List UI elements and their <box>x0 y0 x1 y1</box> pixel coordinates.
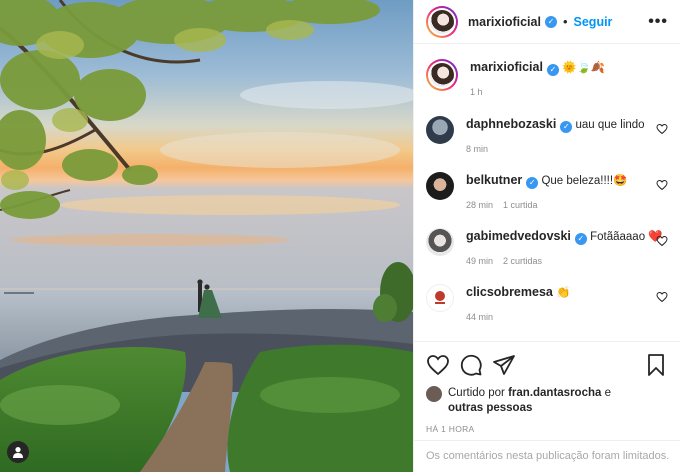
comment-item: belkutner ✓ Que beleza!!!!🤩 28 min 1 curti… <box>426 165 668 221</box>
like-heart-icon[interactable] <box>426 353 450 377</box>
comment-time[interactable]: 8 min <box>466 144 488 154</box>
comment-text: Que beleza!!!!🤩 <box>541 175 628 187</box>
post-caption: marixioficial ✓ 🌞🍃🍂 1 h <box>426 45 668 109</box>
liked-by-summary: Curtido por fran.dantasrocha e outras pe… <box>414 380 680 416</box>
comment-likes[interactable]: 1 curtida <box>503 200 538 210</box>
commenter-avatar[interactable] <box>426 116 454 144</box>
person-icon <box>13 447 23 458</box>
action-icons <box>414 342 680 380</box>
comment-item: gabimedvedovski ✓ Fotããaaao ❤️ 49 min 2 cu… <box>426 221 668 277</box>
instagram-post: marixioficial ✓ • Seguir ••• marixiofici… <box>0 0 680 472</box>
comment-time[interactable]: 28 min <box>466 200 493 210</box>
more-horizontal-icon[interactable]: ••• <box>648 13 668 31</box>
post-actions: Curtido por fran.dantasrocha e outras pe… <box>414 341 680 472</box>
verified-badge-icon: ✓ <box>526 177 539 189</box>
comment-meta: 8 min <box>466 141 668 157</box>
like-comment-heart-icon[interactable] <box>656 235 668 247</box>
liked-by-user[interactable]: fran.dantasrocha <box>508 387 601 399</box>
comment-username[interactable]: gabimedvedovski <box>466 229 571 243</box>
liked-by-others[interactable]: outras pessoas <box>448 402 532 414</box>
comment-time[interactable]: 49 min <box>466 256 493 266</box>
post-photo[interactable] <box>0 0 413 472</box>
author-avatar[interactable] <box>426 5 458 38</box>
comment-item: clicsobremesa 👏 44 min <box>426 277 668 333</box>
verified-badge-icon: ✓ <box>546 64 559 76</box>
bookmark-save-icon[interactable] <box>644 353 668 377</box>
comment-text: Fotããaaao ❤️ <box>590 231 663 243</box>
sunset-landscape-image <box>0 0 413 472</box>
caption-author-avatar[interactable] <box>426 59 458 91</box>
caption-time[interactable]: 1 h <box>470 87 483 97</box>
comment-text: uau que lindo <box>575 119 645 131</box>
comment-text: 👏 <box>556 287 571 299</box>
commenter-avatar[interactable] <box>426 284 454 312</box>
post-header: marixioficial ✓ • Seguir ••• <box>414 0 680 44</box>
comment-bubble-icon[interactable] <box>459 353 483 377</box>
commenter-avatar[interactable] <box>426 228 454 256</box>
comment-meta: 49 min 2 curtidas <box>466 253 668 269</box>
liked-by-prefix: Curtido por <box>448 387 509 399</box>
caption-username[interactable]: marixioficial <box>470 60 543 74</box>
post-timestamp[interactable]: HÁ 1 HORA <box>414 416 680 434</box>
comment-meta: 44 min <box>466 309 668 325</box>
verified-badge-icon: ✓ <box>544 15 557 28</box>
comment-time[interactable]: 44 min <box>466 312 493 322</box>
like-comment-heart-icon[interactable] <box>656 291 668 303</box>
share-send-icon[interactable] <box>492 353 516 377</box>
comment-item: daphnebozaski ✓ uau que lindo 8 min <box>426 109 668 165</box>
verified-badge-icon: ✓ <box>574 233 587 245</box>
post-side-panel: marixioficial ✓ • Seguir ••• marixiofici… <box>413 0 680 472</box>
comment-username[interactable]: clicsobremesa <box>466 285 553 299</box>
clic-logo-icon <box>435 291 445 304</box>
comment-username[interactable]: daphnebozaski <box>466 117 556 131</box>
comment-likes[interactable]: 2 curtidas <box>503 256 542 266</box>
like-comment-heart-icon[interactable] <box>656 179 668 191</box>
separator-dot: • <box>562 14 568 29</box>
caption-meta: 1 h <box>470 84 668 100</box>
verified-badge-icon: ✓ <box>560 121 573 133</box>
follow-button[interactable]: Seguir <box>574 15 613 29</box>
comment-username[interactable]: belkutner <box>466 173 522 187</box>
like-comment-heart-icon[interactable] <box>656 123 668 135</box>
comments-list[interactable]: marixioficial ✓ 🌞🍃🍂 1 h daphnebozaski ✓ ua… <box>414 45 680 341</box>
caption-text: 🌞🍃🍂 <box>562 62 606 74</box>
author-username[interactable]: marixioficial <box>468 15 541 29</box>
liker-avatar[interactable] <box>426 386 442 402</box>
comments-limited-notice: Os comentários nesta publicação foram li… <box>414 440 680 472</box>
comment-meta: 28 min 1 curtida <box>466 197 668 213</box>
tagged-user-icon[interactable] <box>7 441 29 463</box>
liked-by-middle: e <box>601 387 611 399</box>
commenter-avatar[interactable] <box>426 172 454 200</box>
